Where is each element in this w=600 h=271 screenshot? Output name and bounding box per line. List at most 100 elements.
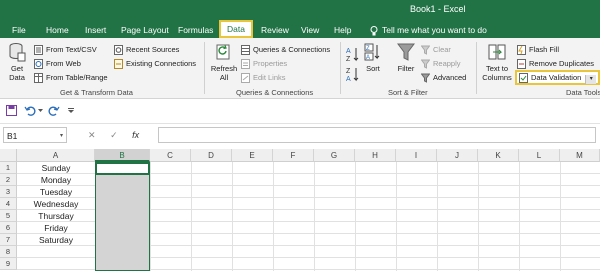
tab-formulas[interactable]: Formulas xyxy=(178,22,213,38)
column-header-j[interactable]: J xyxy=(437,149,478,162)
selected-range-b[interactable] xyxy=(95,162,150,271)
title-bar: Book1 - Excel File Home Insert Page Layo… xyxy=(0,0,600,38)
data-validation-label: Data Validation xyxy=(531,73,582,82)
window-title: Book1 - Excel xyxy=(410,4,466,14)
filter-button[interactable]: Filter xyxy=(394,42,418,86)
get-data-label: Get Data xyxy=(9,64,25,82)
sort-icon: Z A xyxy=(364,43,380,61)
column-header-d[interactable]: D xyxy=(191,149,232,162)
spreadsheet-grid[interactable]: A B C D E F G H I J K L M 1 2 3 4 5 6 7 … xyxy=(0,149,600,271)
undo-icon[interactable] xyxy=(24,105,36,116)
data-validation-button[interactable]: Data Validation ▾ xyxy=(515,70,600,85)
reapply-button[interactable]: Reapply xyxy=(420,57,461,70)
svg-text:Z: Z xyxy=(346,68,351,75)
cell-a2[interactable]: Monday xyxy=(17,174,95,186)
from-text-csv-button[interactable]: From Text/CSV xyxy=(34,43,97,56)
clear-button[interactable]: Clear xyxy=(420,43,451,56)
sort-az-button[interactable]: AZ xyxy=(346,46,360,64)
row-header[interactable]: 9 xyxy=(0,258,17,270)
column-header-f[interactable]: F xyxy=(273,149,314,162)
advanced-button[interactable]: Advanced xyxy=(420,71,466,84)
tab-help[interactable]: Help xyxy=(334,22,351,38)
get-transform-group-label: Get & Transform Data xyxy=(60,88,133,97)
redo-icon[interactable] xyxy=(48,105,60,116)
properties-button[interactable]: Properties xyxy=(241,57,287,70)
column-header-l[interactable]: L xyxy=(519,149,560,162)
row-header[interactable]: 5 xyxy=(0,210,17,222)
tab-review[interactable]: Review xyxy=(261,22,289,38)
row-header[interactable]: 2 xyxy=(0,174,17,186)
tab-data[interactable]: Data xyxy=(219,20,253,38)
flash-fill-button[interactable]: Flash Fill xyxy=(517,43,559,56)
sort-za-icon: ZA xyxy=(346,68,359,83)
column-header-g[interactable]: G xyxy=(314,149,355,162)
row-header[interactable]: 1 xyxy=(0,162,17,174)
column-header-m[interactable]: M xyxy=(560,149,600,162)
active-cell-b1[interactable] xyxy=(95,162,150,175)
tell-me-search[interactable]: Tell me what you want to do xyxy=(370,22,487,38)
from-table-range-button[interactable]: From Table/Range xyxy=(34,71,108,84)
get-data-button[interactable]: Get Data xyxy=(4,42,30,86)
cancel-icon[interactable]: ✕ xyxy=(88,130,96,140)
gridline xyxy=(273,162,274,271)
chevron-down-icon[interactable]: ▾ xyxy=(60,128,63,144)
cell-a5[interactable]: Thursday xyxy=(17,210,95,222)
ribbon-tabs: File Home Insert Page Layout Formulas Da… xyxy=(0,20,600,38)
sort-button[interactable]: Z A Sort xyxy=(362,42,384,86)
queries-connections-button[interactable]: Queries & Connections xyxy=(241,43,330,56)
edit-links-label: Edit Links xyxy=(253,73,286,82)
text-to-columns-label: Text to Columns xyxy=(482,64,512,82)
filter-icon xyxy=(397,43,415,61)
cell-a6[interactable]: Friday xyxy=(17,222,95,234)
connections-icon xyxy=(114,59,123,70)
row-header[interactable]: 6 xyxy=(0,222,17,234)
edit-links-button[interactable]: Edit Links xyxy=(241,71,286,84)
tab-page-layout[interactable]: Page Layout xyxy=(121,22,169,38)
remove-duplicates-button[interactable]: Remove Duplicates xyxy=(517,57,594,70)
row-header[interactable]: 7 xyxy=(0,234,17,246)
cell-a3[interactable]: Tuesday xyxy=(17,186,95,198)
from-web-button[interactable]: From Web xyxy=(34,57,81,70)
customize-toolbar-icon[interactable] xyxy=(68,108,74,114)
cell-a1[interactable]: Sunday xyxy=(17,162,95,174)
reapply-label: Reapply xyxy=(433,59,461,68)
formula-bar: B1 ▾ ✕ ✓ fx xyxy=(0,124,600,148)
column-header-e[interactable]: E xyxy=(232,149,273,162)
row-header[interactable]: 4 xyxy=(0,198,17,210)
name-box[interactable]: B1 ▾ xyxy=(3,127,67,143)
sort-za-button[interactable]: ZA xyxy=(346,66,360,84)
formula-controls: ✕ ✓ fx xyxy=(88,127,151,143)
text-to-columns-button[interactable]: Text to Columns xyxy=(480,42,514,86)
tab-home[interactable]: Home xyxy=(46,22,69,38)
column-header-h[interactable]: H xyxy=(355,149,396,162)
tab-view[interactable]: View xyxy=(301,22,319,38)
select-all-corner[interactable] xyxy=(0,149,17,162)
quick-access-toolbar xyxy=(0,99,600,124)
row-header[interactable]: 3 xyxy=(0,186,17,198)
cell-a7[interactable]: Saturday xyxy=(17,234,95,246)
insert-function-icon[interactable]: fx xyxy=(132,130,139,140)
refresh-all-button[interactable]: Refresh All xyxy=(210,42,238,86)
column-header-c[interactable]: C xyxy=(150,149,191,162)
cell-a9[interactable] xyxy=(17,258,95,270)
undo-dropdown-icon[interactable] xyxy=(38,109,43,113)
enter-icon[interactable]: ✓ xyxy=(110,130,118,140)
column-header-b[interactable]: B xyxy=(95,149,150,162)
tab-insert[interactable]: Insert xyxy=(85,22,106,38)
data-validation-icon xyxy=(519,73,528,84)
column-header-a[interactable]: A xyxy=(17,149,95,162)
tell-me-text: Tell me what you want to do xyxy=(382,25,487,35)
recent-sources-button[interactable]: Recent Sources xyxy=(114,43,179,56)
cell-a8[interactable] xyxy=(17,246,95,258)
column-header-i[interactable]: I xyxy=(396,149,437,162)
remove-duplicates-icon xyxy=(517,59,526,70)
cell-a4[interactable]: Wednesday xyxy=(17,198,95,210)
sort-filter-group-label: Sort & Filter xyxy=(388,88,428,97)
tab-file[interactable]: File xyxy=(12,22,26,38)
formula-input[interactable] xyxy=(158,127,596,143)
save-icon[interactable] xyxy=(6,105,17,116)
chevron-down-icon[interactable]: ▾ xyxy=(585,75,597,84)
column-header-k[interactable]: K xyxy=(478,149,519,162)
existing-connections-button[interactable]: Existing Connections xyxy=(114,57,196,70)
row-header[interactable]: 8 xyxy=(0,246,17,258)
